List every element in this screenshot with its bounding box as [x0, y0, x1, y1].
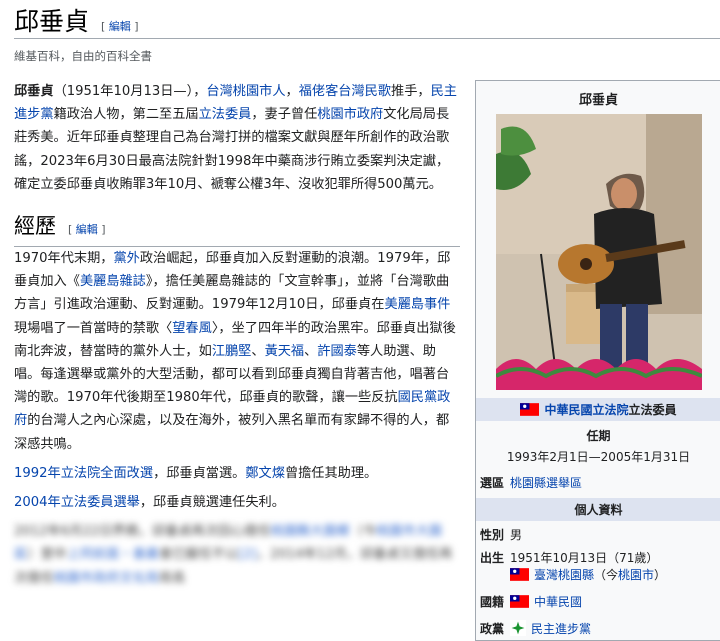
text-run: ， — [285, 84, 299, 99]
inline-link[interactable]: [2] — [238, 547, 257, 562]
office-link[interactable]: 中華民國立法院 — [544, 403, 628, 417]
birth-note-link[interactable]: 桃園市 — [618, 568, 654, 582]
text-run: 曾擔任其助理。 — [284, 465, 378, 481]
inline-link[interactable]: 桃園市政府 — [317, 107, 383, 122]
party-row: 政黨 民主進步黨 — [476, 617, 720, 640]
site-tagline: 維基百科，自由的百科全書 — [14, 49, 152, 63]
nationality-link[interactable]: 中華民國 — [534, 595, 582, 609]
section-edit-label[interactable]: 編輯 — [76, 223, 98, 236]
text-run: 1970年代末期， — [14, 251, 114, 267]
roc-flag-icon — [520, 403, 540, 416]
party-value-block: 民主進步黨 — [510, 620, 717, 637]
birth-key: 出生 — [480, 551, 505, 565]
district-row: 選區 桃園縣選舉區 — [476, 471, 720, 494]
gender-value: 男 — [510, 528, 523, 542]
text-run: ，妻子曾任 — [251, 107, 318, 123]
text-run: 的台灣人之內心深處，以及在海外，被列入黑名單而有家歸不得的人，都深感共鳴。 — [14, 413, 450, 452]
text-run: 、 — [304, 343, 318, 359]
title-divider — [14, 38, 720, 39]
lead-paragraph: 邱垂貞（1951年10月13日—），台灣桃園市人，福佬客台灣民歌推手，民主進步黨… — [14, 80, 460, 196]
roc-flag-icon — [510, 568, 529, 581]
office-suffix: 立法委員 — [628, 403, 677, 417]
office-header: 中華民國立法院立法委員 — [476, 398, 720, 421]
inline-link[interactable]: 鄭文燦 — [245, 466, 285, 481]
party-link[interactable]: 民主進步黨 — [531, 622, 591, 636]
inline-link[interactable]: 上同前面・善義 — [67, 547, 159, 562]
inline-link[interactable]: 許國泰 — [317, 344, 357, 359]
party-key: 政黨 — [480, 622, 505, 636]
title-edit-link[interactable]: [ 編輯 ] — [101, 20, 139, 33]
text-run: 2012年6月22日界務，邱垂貞再次回心擔任 — [14, 524, 271, 540]
inline-link[interactable]: 2004年立法委員選舉 — [14, 495, 140, 510]
inline-link[interactable]: 桃園縣大園鄉 — [271, 524, 350, 539]
text-run: 籍政治人物，第二至五屆 — [53, 107, 199, 123]
inline-link[interactable]: 美麗島雜誌 — [80, 274, 146, 289]
inline-link[interactable]: 桃園市政府文化局 — [54, 571, 160, 586]
career-paragraph-2: 1992年立法院全面改選，邱垂貞當選。鄭文燦曾擔任其助理。 — [14, 462, 460, 485]
text-run: 、 — [251, 343, 265, 359]
inline-link[interactable]: 望春風 — [172, 321, 212, 336]
portrait-photo[interactable] — [495, 114, 702, 390]
text-run: 推手， — [391, 84, 431, 99]
text-run: 會已擬任不以 — [159, 547, 239, 563]
inline-link[interactable]: 美麗島事件 — [384, 297, 450, 312]
nationality-row: 國籍 中華民國 — [476, 590, 720, 613]
career-paragraph-4: 2012年6月22日界務，邱垂貞再次回心擔任桃園縣大園鄉（今桃園市大園區）里中上… — [14, 520, 460, 590]
personal-header: 個人資料 — [476, 498, 720, 521]
inline-link[interactable]: 1992年立法院全面改選 — [14, 466, 153, 481]
district-link[interactable]: 桃園縣選舉區 — [510, 474, 717, 491]
dpp-logo-icon — [510, 620, 526, 636]
text-run: ，邱垂貞競選連任失利。 — [139, 495, 285, 511]
inline-link[interactable]: 黃天福 — [265, 344, 305, 359]
text-run: ）里中 — [27, 547, 67, 563]
career-paragraph-3: 2004年立法委員選舉，邱垂貞競選連任失利。 — [14, 491, 460, 514]
inline-link[interactable]: 立法委員 — [199, 107, 252, 122]
roc-flag-icon — [510, 595, 529, 608]
inline-link[interactable]: 台灣桃園市人 — [206, 84, 285, 99]
nationality-key: 國籍 — [480, 595, 505, 609]
bold-text: 邱垂貞 — [14, 84, 54, 99]
nationality-value-block: 中華民國 — [510, 593, 717, 610]
text-run: 現場唱了一首當時的禁歌〈 — [14, 320, 173, 336]
text-run: ，邱垂貞當選。 — [153, 465, 246, 481]
gender-key: 性別 — [480, 528, 505, 542]
section-heading: 經歷 [ 編輯 ] — [14, 212, 460, 248]
birth-note-pre: （今 — [594, 568, 619, 582]
section-edit-link[interactable]: [ 編輯 ] — [68, 223, 106, 236]
page-title-text: 邱垂貞 — [14, 7, 90, 36]
district-key: 選區 — [480, 476, 505, 490]
inline-link[interactable]: 福佬客台灣民歌 — [299, 84, 391, 99]
birth-row: 出生 1951年10月13日（71歲） 臺灣桃園縣（今桃園市） — [476, 546, 720, 586]
text-run: 局長 — [159, 570, 186, 586]
birth-place-link[interactable]: 臺灣桃園縣 — [534, 568, 594, 582]
gender-row: 性別 男 — [476, 523, 720, 546]
inline-link[interactable]: 黨外 — [114, 251, 140, 266]
inline-link[interactable]: 江鵬堅 — [212, 344, 252, 359]
article-body: 邱垂貞（1951年10月13日—），台灣桃園市人，福佬客台灣民歌推手，民主進步黨… — [14, 80, 460, 594]
infobox: 邱垂貞 中華民國立法院立法委員 任期 1993年2月1日—2005年1月31日 … — [475, 80, 720, 641]
infobox-title: 邱垂貞 — [578, 93, 618, 108]
birth-note-post: ） — [654, 568, 667, 582]
birth-value: 1951年10月13日（71歲） — [510, 551, 659, 565]
title-edit-label[interactable]: 編輯 — [109, 20, 131, 33]
section-heading-text: 經歷 — [14, 214, 56, 239]
text-run: （今 — [349, 524, 377, 540]
birth-value-block: 1951年10月13日（71歲） 臺灣桃園縣（今桃園市） — [510, 549, 717, 583]
term-value: 1993年2月1日—2005年1月31日 — [506, 450, 691, 464]
term-label: 任期 — [586, 429, 611, 443]
text-run: （1951年10月13日—）， — [53, 84, 207, 99]
career-paragraph-1: 1970年代末期，黨外政治崛起，邱垂貞加入反對運動的浪潮。1979年，邱垂貞加入… — [14, 247, 460, 456]
